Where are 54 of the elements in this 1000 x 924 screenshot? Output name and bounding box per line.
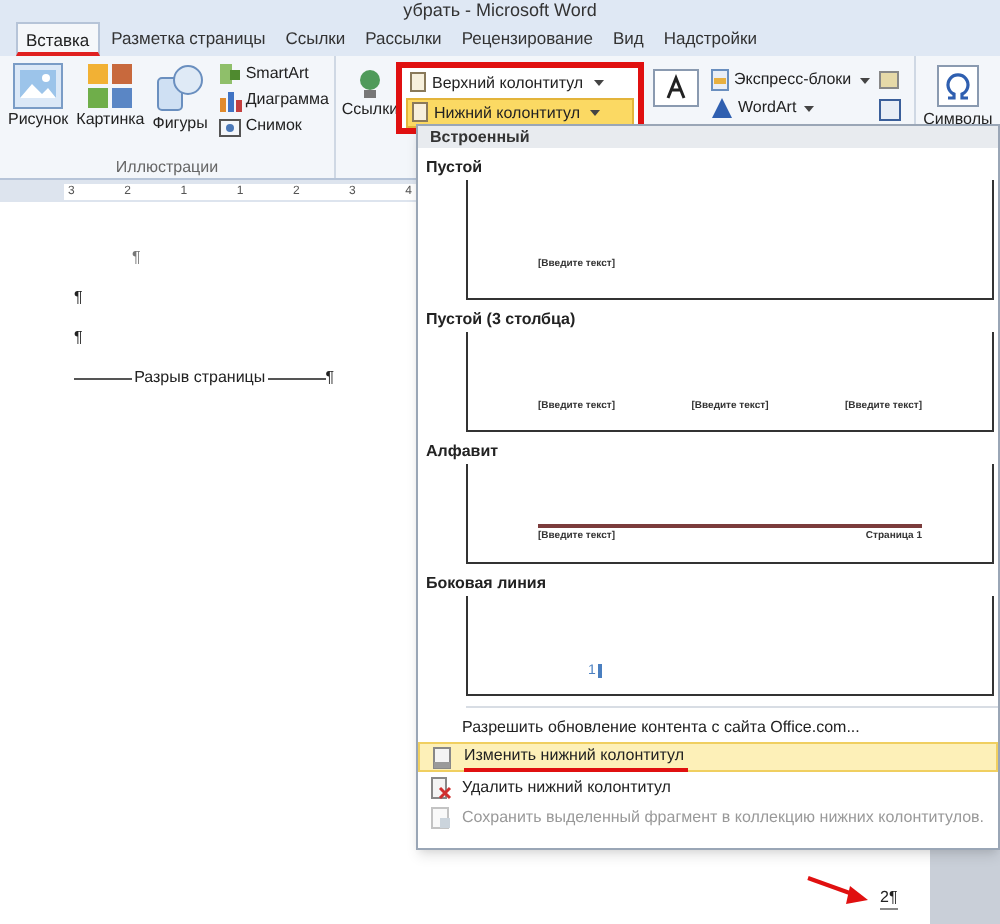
ribbon-button[interactable]: Снимок — [217, 114, 329, 138]
page-icon — [432, 745, 452, 769]
ribbon-tab[interactable]: Надстройки — [655, 22, 765, 56]
ribbon-tab[interactable]: Вид — [604, 22, 652, 56]
page-number: 2¶ — [880, 888, 898, 910]
ribbon-tab[interactable]: Рассылки — [357, 22, 450, 56]
clipart-icon — [86, 62, 135, 110]
gallery-title: Боковая линия — [424, 572, 548, 596]
arrow-icon — [806, 874, 870, 906]
ribbon-button[interactable]: Рисунок — [6, 62, 71, 156]
ribbon-tab[interactable]: Ссылки — [277, 22, 354, 56]
ribbon-tab[interactable]: Вставка — [16, 22, 100, 56]
paragraph-mark: ¶ — [325, 366, 335, 390]
header-footer-button[interactable]: Верхний колонтитул — [406, 69, 634, 95]
ribbon-button[interactable]: SmartArt — [217, 62, 329, 86]
caret-icon — [593, 79, 604, 85]
page-icon — [429, 805, 451, 829]
ribbon-button[interactable]: Экспресс-блоки — [710, 68, 870, 92]
caret-icon — [590, 109, 601, 115]
gallery-title: Пустой (3 столбца) — [424, 308, 578, 332]
shapes-icon — [154, 62, 207, 114]
header-footer-button[interactable]: Нижний колонтитул — [406, 97, 634, 127]
omega-icon — [935, 64, 980, 108]
menu-item[interactable]: Удалить нижний колонтитул — [418, 772, 998, 802]
links-button[interactable]: Ссылки — [336, 56, 404, 178]
caret-icon — [859, 77, 870, 83]
wordart-icon — [710, 96, 734, 120]
gallery-title: Пустой — [424, 156, 485, 180]
section-header: Встроенный — [418, 126, 998, 148]
ribbon-button[interactable]: Диаграмма — [217, 88, 329, 112]
globe-icon — [356, 68, 384, 100]
paragraph-mark: ¶ — [132, 246, 141, 270]
text-box-icon — [652, 68, 700, 108]
window-title: убрать - Microsoft Word — [403, 0, 597, 20]
ribbon-button[interactable]: WordArt — [710, 96, 870, 120]
paragraph-mark: ¶ — [74, 326, 83, 350]
paragraph-mark: ¶ — [74, 286, 83, 310]
camera-icon — [217, 114, 242, 138]
delete-page-icon — [429, 775, 451, 799]
group-label: Иллюстрации — [113, 156, 221, 178]
chart-icon — [217, 88, 242, 112]
blocks-icon — [710, 68, 730, 92]
page-break-text: Разрыв страницы — [132, 366, 268, 390]
ribbon-tab[interactable]: Рецензирование — [453, 22, 601, 56]
caret-icon — [804, 105, 815, 111]
ribbon-button[interactable]: Фигуры — [150, 62, 210, 156]
picture-icon — [12, 62, 65, 110]
smartart-icon — [217, 62, 242, 86]
menu-item[interactable]: Разрешить обновление контента с сайта Office.com... — [418, 712, 998, 742]
menu-item[interactable]: Изменить нижний колонтитул — [418, 742, 998, 772]
ribbon-button[interactable]: Картинка — [74, 62, 147, 156]
gallery-title: Алфавит — [424, 440, 501, 464]
side-panel — [930, 850, 1000, 924]
ribbon-tab[interactable]: Разметка страницы — [103, 22, 274, 56]
